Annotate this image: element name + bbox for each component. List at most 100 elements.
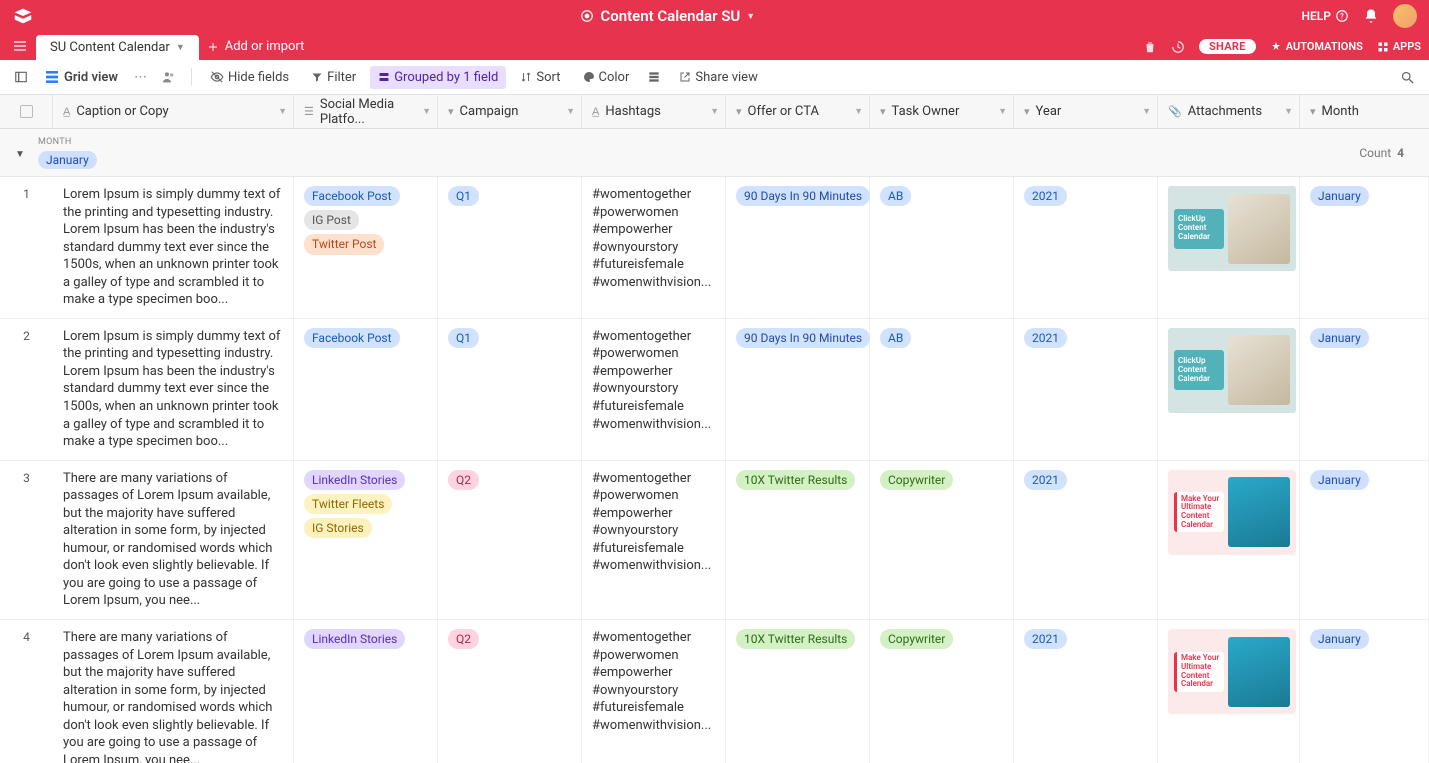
caption-cell[interactable]: Lorem Ipsum is simply dummy text of the … [53,177,294,318]
search-button[interactable] [1396,66,1419,89]
share-button[interactable]: SHARE [1199,39,1256,54]
year-cell[interactable]: 2021 [1014,461,1158,619]
chevron-down-icon[interactable]: ▼ [1284,106,1293,117]
month-cell[interactable]: January [1300,461,1429,619]
tabbar: SU Content Calendar ▼ Add or import SHAR… [0,32,1429,60]
bell-icon[interactable] [1363,8,1379,24]
collapse-icon[interactable]: ▼ [15,149,25,160]
tab-content-calendar[interactable]: SU Content Calendar ▼ [36,35,199,60]
month-cell[interactable]: January [1300,620,1429,763]
add-or-import[interactable]: Add or import [207,39,305,60]
attachment-cell[interactable]: Make Your Ultimate Content Calendar [1158,461,1300,619]
color-icon [583,71,595,83]
hashtags-cell[interactable]: #womentogether#powerwomen#empowerher#own… [582,461,726,619]
trash-icon[interactable] [1143,40,1157,54]
history-icon[interactable] [1171,40,1185,54]
collaborators-icon[interactable] [157,65,181,89]
grid-view-button[interactable]: Grid view [38,65,124,89]
platform-cell[interactable]: Facebook Post [294,319,438,460]
owner-cell[interactable]: Copywriter [870,461,1014,619]
view-options[interactable]: ⋯ [130,66,151,89]
automations-button[interactable]: AUTOMATIONS [1270,40,1363,53]
chevron-down-icon[interactable]: ▼ [422,106,431,117]
table-row[interactable]: 2 Lorem Ipsum is simply dummy text of th… [0,319,1429,461]
table-row[interactable]: 3 There are many variations of passages … [0,461,1429,620]
month-cell[interactable]: January [1300,319,1429,460]
column-year[interactable]: ▾Year▼ [1014,95,1158,128]
grid-body[interactable]: ▼ MONTH January Count 4 1 Lorem Ipsum is… [0,129,1429,763]
attachment-thumb[interactable]: ClickUp Content Calendar [1168,186,1296,271]
chevron-down-icon[interactable]: ▼ [998,106,1007,117]
chevron-down-icon[interactable]: ▼ [278,106,287,117]
hashtags-cell[interactable]: #womentogether#powerwomen#empowerher#own… [582,620,726,763]
table-row[interactable]: 4 There are many variations of passages … [0,620,1429,763]
select-all-checkbox[interactable] [0,95,53,128]
year-cell[interactable]: 2021 [1014,177,1158,318]
column-month[interactable]: ▾Month [1300,95,1429,128]
sort-button[interactable]: Sort [512,66,568,89]
attachment-thumb[interactable]: Make Your Ultimate Content Calendar [1168,470,1296,555]
attachment-cell[interactable]: ClickUp Content Calendar [1158,177,1300,318]
attachment-cell[interactable]: Make Your Ultimate Content Calendar [1158,620,1300,763]
attachment-thumb[interactable]: ClickUp Content Calendar [1168,328,1296,413]
sidebar-toggle[interactable] [10,66,32,88]
offer-pill: 90 Days In 90 Minutes [736,328,870,348]
column-attachments[interactable]: 📎Attachments▼ [1158,95,1300,128]
group-header[interactable]: ▼ MONTH January Count 4 [0,129,1429,177]
offer-cell[interactable]: 10X Twitter Results [726,461,870,619]
help-link[interactable]: HELP ? [1302,9,1349,23]
campaign-cell[interactable]: Q1 [438,177,582,318]
offer-pill: 90 Days In 90 Minutes [736,186,870,206]
offer-cell[interactable]: 10X Twitter Results [726,620,870,763]
color-button[interactable]: Color [575,66,638,89]
select-icon: ▾ [880,105,886,118]
offer-cell[interactable]: 90 Days In 90 Minutes [726,319,870,460]
platform-cell[interactable]: LinkedIn StoriesTwitter FleetsIG Stories [294,461,438,619]
filter-button[interactable]: Filter [303,66,364,89]
owner-cell[interactable]: AB [870,177,1014,318]
base-title[interactable]: Content Calendar SU ▼ [34,7,1302,25]
hashtags-cell[interactable]: #womentogether#powerwomen#empowerher#own… [582,177,726,318]
row-height-button[interactable] [643,66,665,88]
platform-cell[interactable]: Facebook PostIG PostTwitter Post [294,177,438,318]
column-caption[interactable]: A̲Caption or Copy▼ [53,95,294,128]
menu-icon[interactable] [12,38,28,54]
chevron-down-icon[interactable]: ▼ [1142,106,1151,117]
attachment-thumb[interactable]: Make Your Ultimate Content Calendar [1168,629,1296,714]
month-pill: January [1310,629,1369,649]
user-avatar[interactable] [1393,4,1417,28]
column-hashtags[interactable]: A̲Hashtags▼ [582,95,726,128]
hide-fields-button[interactable]: Hide fields [202,66,297,89]
month-cell[interactable]: January [1300,177,1429,318]
table-row[interactable]: 1 Lorem Ipsum is simply dummy text of th… [0,177,1429,319]
hashtags-cell[interactable]: #womentogether#powerwomen#empowerher#own… [582,319,726,460]
chevron-down-icon[interactable]: ▼ [710,106,719,117]
attachment-icon: 📎 [1168,105,1182,118]
apps-button[interactable]: APPS [1377,40,1421,53]
campaign-cell[interactable]: Q2 [438,620,582,763]
year-cell[interactable]: 2021 [1014,319,1158,460]
campaign-cell[interactable]: Q2 [438,461,582,619]
column-platform[interactable]: ☰Social Media Platfo...▼ [294,95,438,128]
column-offer[interactable]: ▾Offer or CTA▼ [726,95,870,128]
caption-cell[interactable]: There are many variations of passages of… [53,620,294,763]
group-button[interactable]: Grouped by 1 field [370,66,506,89]
offer-pill: 10X Twitter Results [736,470,855,490]
owner-cell[interactable]: Copywriter [870,620,1014,763]
month-pill: January [1310,328,1369,348]
column-campaign[interactable]: ▾Campaign▼ [438,95,582,128]
year-cell[interactable]: 2021 [1014,620,1158,763]
automation-icon [1270,41,1282,53]
column-owner[interactable]: ▾Task Owner▼ [870,95,1014,128]
airtable-logo-icon[interactable] [12,5,34,27]
platform-cell[interactable]: LinkedIn Stories [294,620,438,763]
share-view-button[interactable]: Share view [671,66,765,89]
campaign-cell[interactable]: Q1 [438,319,582,460]
attachment-cell[interactable]: ClickUp Content Calendar [1158,319,1300,460]
offer-cell[interactable]: 90 Days In 90 Minutes [726,177,870,318]
owner-cell[interactable]: AB [870,319,1014,460]
chevron-down-icon[interactable]: ▼ [854,106,863,117]
caption-cell[interactable]: Lorem Ipsum is simply dummy text of the … [53,319,294,460]
chevron-down-icon[interactable]: ▼ [566,106,575,117]
caption-cell[interactable]: There are many variations of passages of… [53,461,294,619]
